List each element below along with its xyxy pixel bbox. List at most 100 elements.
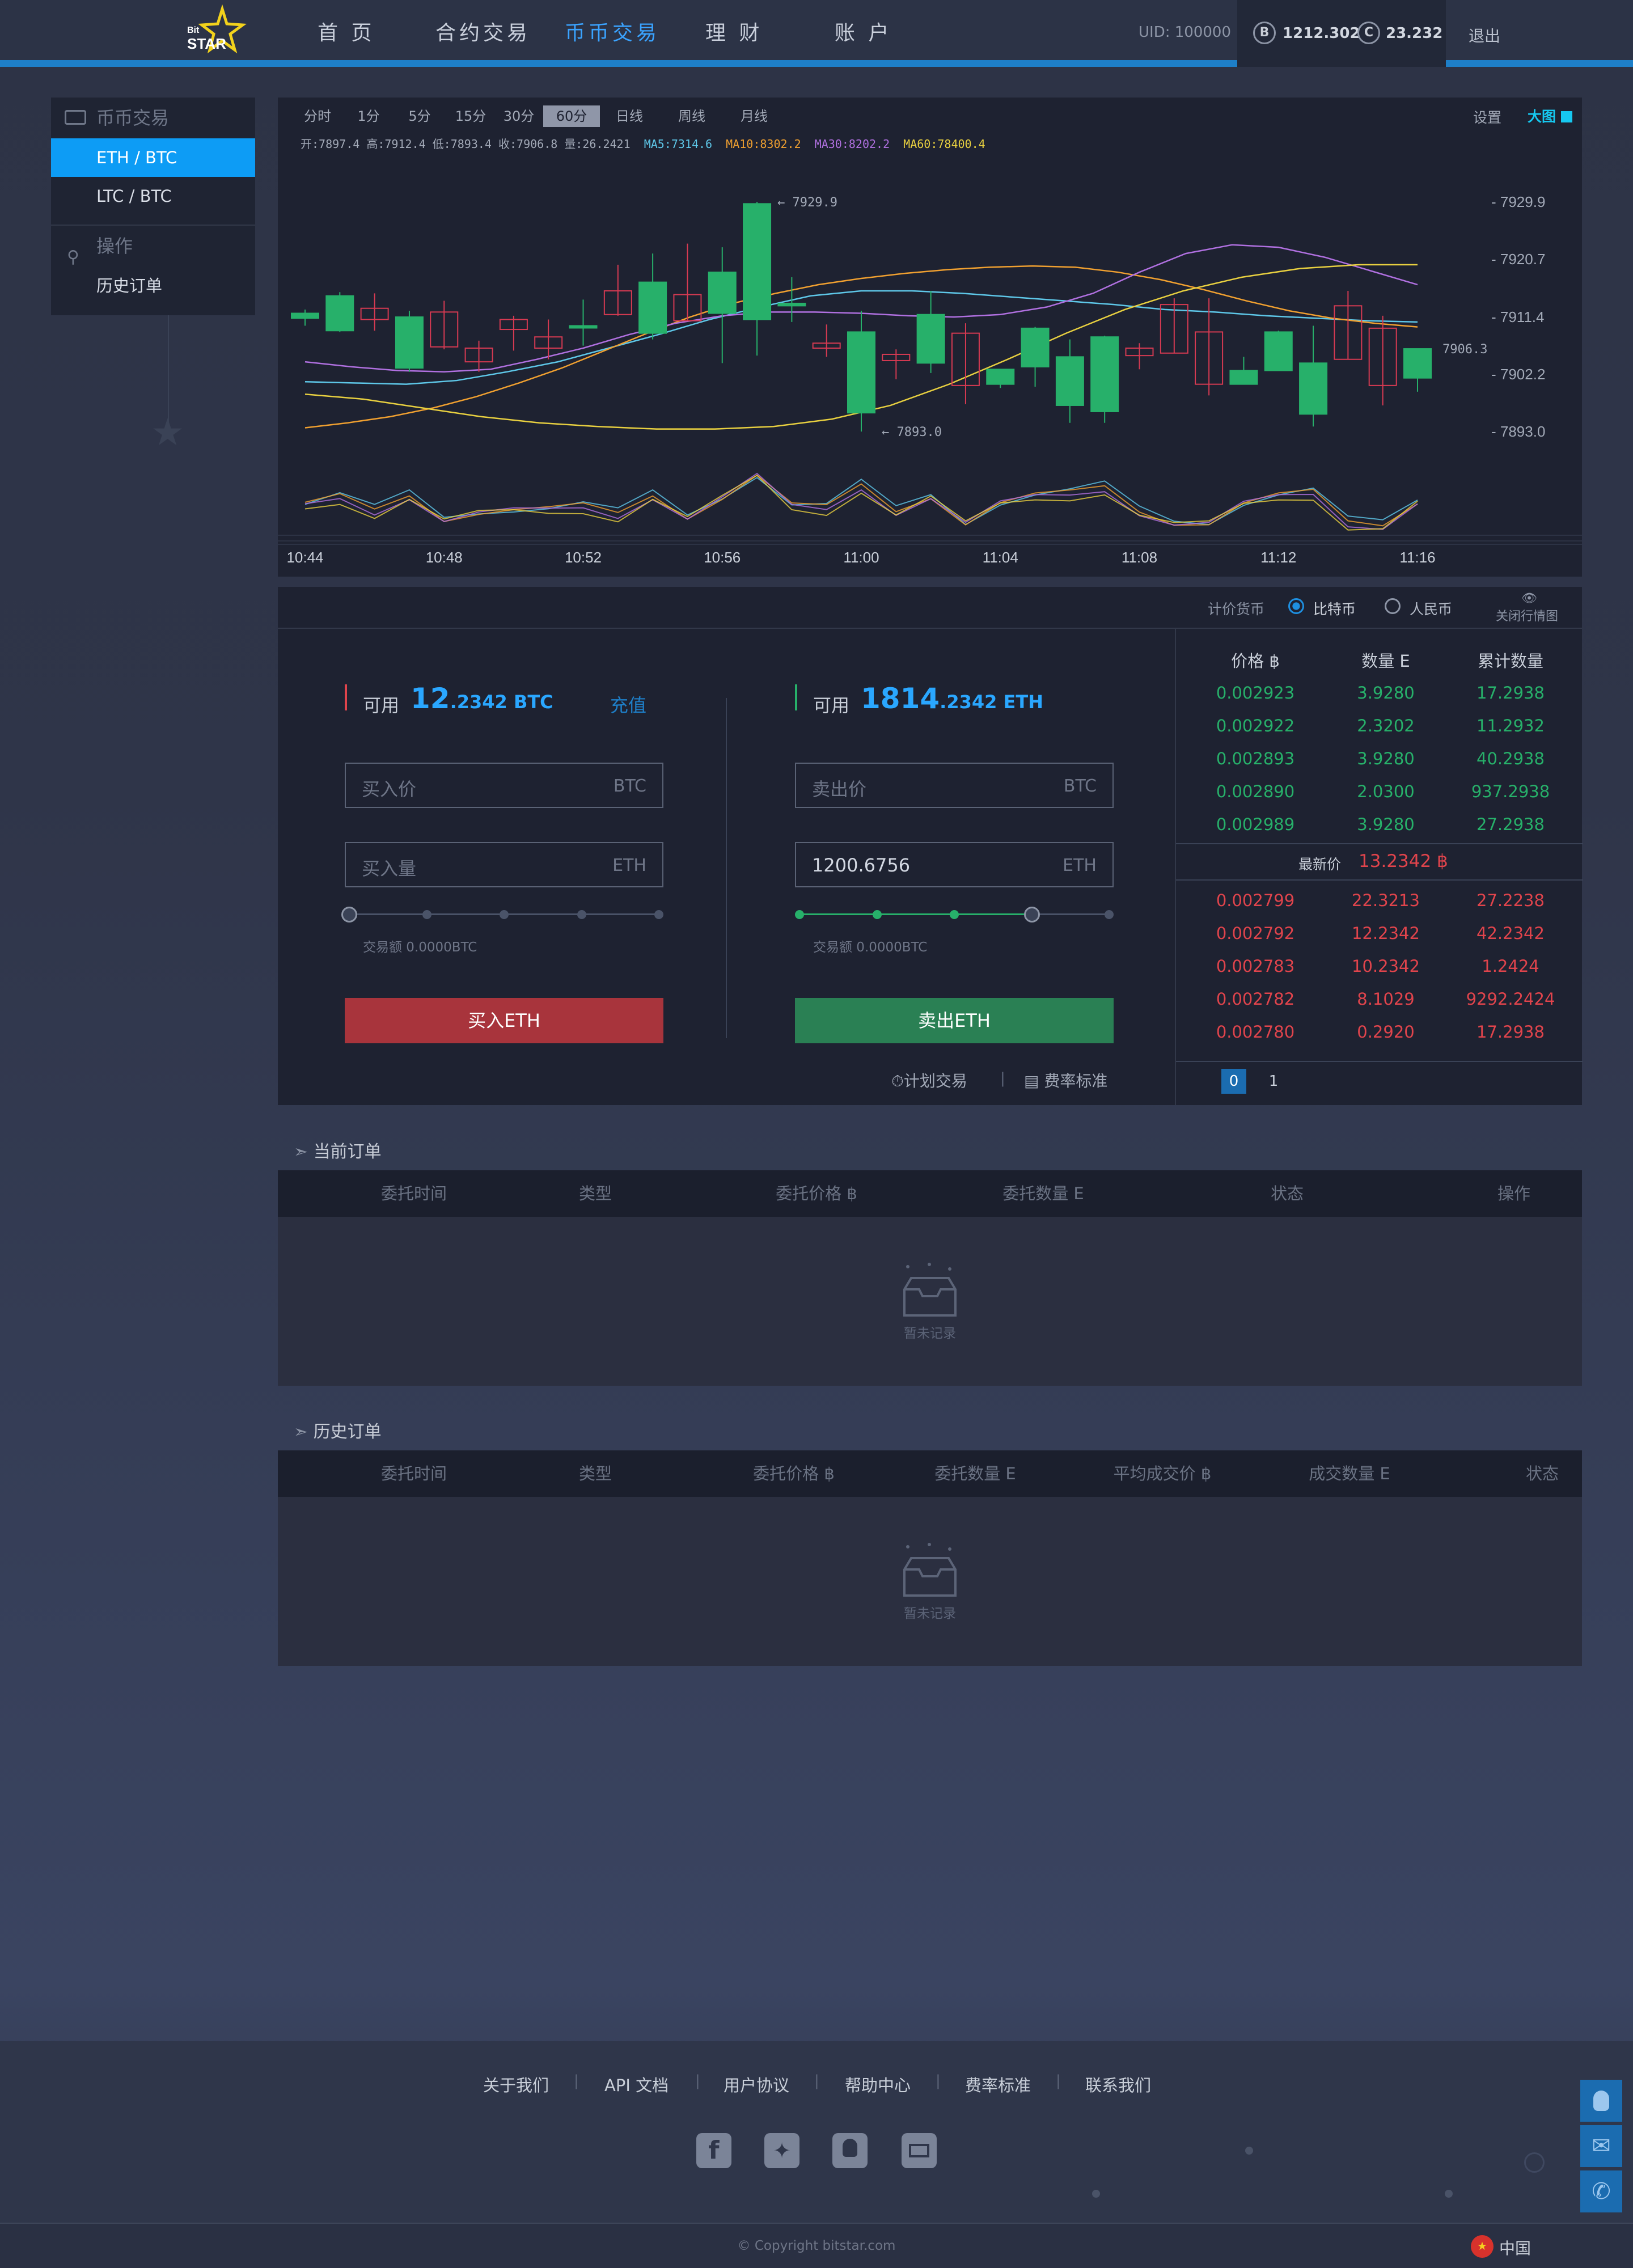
candle <box>882 349 911 379</box>
footer-link-1[interactable]: API 文档 <box>604 2072 669 2096</box>
order-book-cell: 17.2938 <box>1477 683 1545 703</box>
buy-eth-button[interactable]: 买入ETH <box>345 998 663 1043</box>
wallet-balances: B 1212.302 C 23.232 <box>1237 0 1446 67</box>
buy-amount-slider[interactable] <box>341 904 663 925</box>
order-book-row[interactable]: 0.002890 2.0300 937.2938 <box>1176 775 1583 808</box>
nav-finance[interactable]: 理 财 <box>705 0 763 67</box>
fee-standard-link[interactable]: ▤ 费率标准 <box>1024 1069 1107 1091</box>
order-book-row[interactable]: 0.002923 3.9280 17.2938 <box>1176 676 1583 709</box>
order-book-row[interactable]: 0.002989 3.9280 27.2938 <box>1176 808 1583 841</box>
min-annotation: ← 7893.0 <box>882 425 942 439</box>
candlestick-chart[interactable]: - 7929.9 - 7920.7 - 7911.4 - 7902.2 - 7893.0… <box>278 98 1582 577</box>
order-book-row[interactable]: 0.002799 22.3213 27.2238 <box>1176 884 1583 917</box>
deposit-link[interactable]: 充值 <box>610 691 646 717</box>
logout-link[interactable]: 退出 <box>1469 24 1500 46</box>
phone-icon: ✆ <box>1592 2178 1611 2204</box>
slider-stop[interactable] <box>795 910 804 919</box>
table-col-header: 委托数量 E <box>1002 1184 1084 1203</box>
table-col-header: 委托时间 <box>380 1184 447 1203</box>
decorative-star-icon: ★ <box>151 411 185 454</box>
x-tick-label: 11:00 <box>843 549 879 566</box>
order-book-col-header: 价格 ฿ <box>1231 651 1280 671</box>
facebook-icon[interactable]: f <box>696 2133 731 2168</box>
x-tick-label: 11:12 <box>1260 549 1296 566</box>
slider-stop[interactable] <box>422 910 431 919</box>
slider-stop[interactable] <box>500 910 509 919</box>
decorative-dot <box>1092 2190 1100 2198</box>
slider-stop[interactable] <box>1105 910 1114 919</box>
order-book-row[interactable]: 0.002792 12.2342 42.2342 <box>1176 917 1583 950</box>
sell-amount-slider[interactable] <box>795 904 1114 925</box>
sell-qty-input[interactable]: 1200.6756 ETH <box>795 842 1114 887</box>
footer-link-2[interactable]: 用户协议 <box>724 2072 789 2096</box>
order-book-row[interactable]: 0.002782 8.1029 9292.2424 <box>1176 983 1583 1015</box>
close-chart-link[interactable]: 关闭行情图 <box>1496 606 1558 624</box>
empty-text: 暂未记录 <box>904 1606 956 1621</box>
y-tick-label: - 7911.4 <box>1491 308 1544 325</box>
buy-price-input[interactable]: 买入价 BTC <box>345 763 663 808</box>
wechat-icon: ✉ <box>1592 2133 1611 2159</box>
nav-futures[interactable]: 合约交易 <box>435 0 531 67</box>
order-book-cell: 0.002890 <box>1216 782 1295 801</box>
candle <box>1334 290 1363 360</box>
order-book: 价格 ฿数量 E 累计数量 0.002923 3.9280 17.2938 0.0029… <box>1175 629 1583 1105</box>
slider-handle[interactable] <box>341 907 357 923</box>
candle <box>1125 343 1154 370</box>
history-orders-header: 委托时间 类型 委托价格 ฿ 委托数量 E 平均成交价 ฿ 成交数量 E 状态 <box>278 1450 1582 1497</box>
qq-float-button[interactable] <box>1580 2080 1622 2122</box>
candle <box>464 340 493 372</box>
bitstar-logo[interactable]: Bit STAR <box>181 4 249 61</box>
wechat-float-button[interactable]: ✉ <box>1580 2125 1622 2167</box>
latest-price-value: 13.2342 ฿ <box>1359 851 1448 871</box>
buy-qty-input[interactable]: 买入量 ETH <box>345 842 663 887</box>
order-book-row[interactable]: 0.002783 10.2342 1.2424 <box>1176 950 1583 983</box>
sell-price-input[interactable]: 卖出价 BTC <box>795 763 1114 808</box>
footer-link-3[interactable]: 帮助中心 <box>845 2072 911 2096</box>
slider-stop[interactable] <box>950 910 959 919</box>
footer-link-5[interactable]: 联系我们 <box>1085 2072 1151 2096</box>
y-tick-label: - 7893.0 <box>1491 423 1545 440</box>
y-tick-label: - 7902.2 <box>1491 366 1545 383</box>
sidebar-item-eth-btc[interactable]: ETH / BTC <box>51 138 255 177</box>
order-book-row[interactable]: 0.002922 2.3202 11.2932 <box>1176 709 1583 742</box>
region-selector[interactable]: 中国 <box>1499 2236 1531 2259</box>
candle <box>569 299 598 346</box>
nav-account[interactable]: 账 户 <box>835 0 892 67</box>
sidebar-item-history[interactable]: 历史订单 <box>51 266 255 305</box>
phone-float-button[interactable]: ✆ <box>1580 2170 1622 2212</box>
mail-icon[interactable] <box>902 2133 937 2168</box>
slider-stop[interactable] <box>654 910 663 919</box>
footer-link-0[interactable]: 关于我们 <box>483 2072 549 2096</box>
candle <box>1160 298 1188 354</box>
radio-btc[interactable] <box>1288 598 1304 614</box>
sidebar: 币币交易 ETH / BTC LTC / BTC ⚲ 操作 历史订单 <box>51 98 255 315</box>
order-book-cell: 10.2342 <box>1352 957 1420 976</box>
slider-stop[interactable] <box>872 910 882 919</box>
order-book-row[interactable]: 0.002893 3.9280 40.2938 <box>1176 742 1583 775</box>
nav-home[interactable]: 首 页 <box>318 0 375 67</box>
sidebar-item-ltc-btc[interactable]: LTC / BTC <box>51 177 255 215</box>
current-orders-title: ➣ 当前订单 <box>294 1142 382 1162</box>
radio-cny-label[interactable]: 人民币 <box>1410 598 1452 619</box>
slider-stop[interactable] <box>577 910 586 919</box>
page-1-button[interactable]: 1 <box>1261 1069 1286 1094</box>
page-0-button[interactable]: 0 <box>1221 1069 1246 1094</box>
radio-btc-label[interactable]: 比特币 <box>1313 598 1356 619</box>
candle <box>638 253 667 340</box>
candle <box>743 202 772 356</box>
sell-eth-button[interactable]: 卖出ETH <box>795 998 1114 1043</box>
order-book-cell: 3.9280 <box>1357 749 1415 768</box>
nav-spot[interactable]: 币币交易 <box>565 0 660 67</box>
footer-link-4[interactable]: 费率标准 <box>965 2072 1031 2096</box>
radio-cny[interactable] <box>1385 598 1401 614</box>
slider-handle[interactable] <box>1023 907 1040 923</box>
candle <box>499 315 528 351</box>
decorative-ring <box>1524 2152 1545 2173</box>
order-book-row[interactable]: 0.002780 0.2920 17.2938 <box>1176 1015 1583 1048</box>
decorative-dot <box>1245 2147 1253 2155</box>
last-annotation: 7906.3 <box>1442 342 1487 357</box>
plan-trade-link[interactable]: ⏱计划交易 <box>891 1069 967 1091</box>
table-col-header: 状态 <box>1270 1184 1304 1203</box>
twitter-icon[interactable]: ✦ <box>764 2133 799 2168</box>
qq-group-icon[interactable] <box>832 2133 868 2168</box>
